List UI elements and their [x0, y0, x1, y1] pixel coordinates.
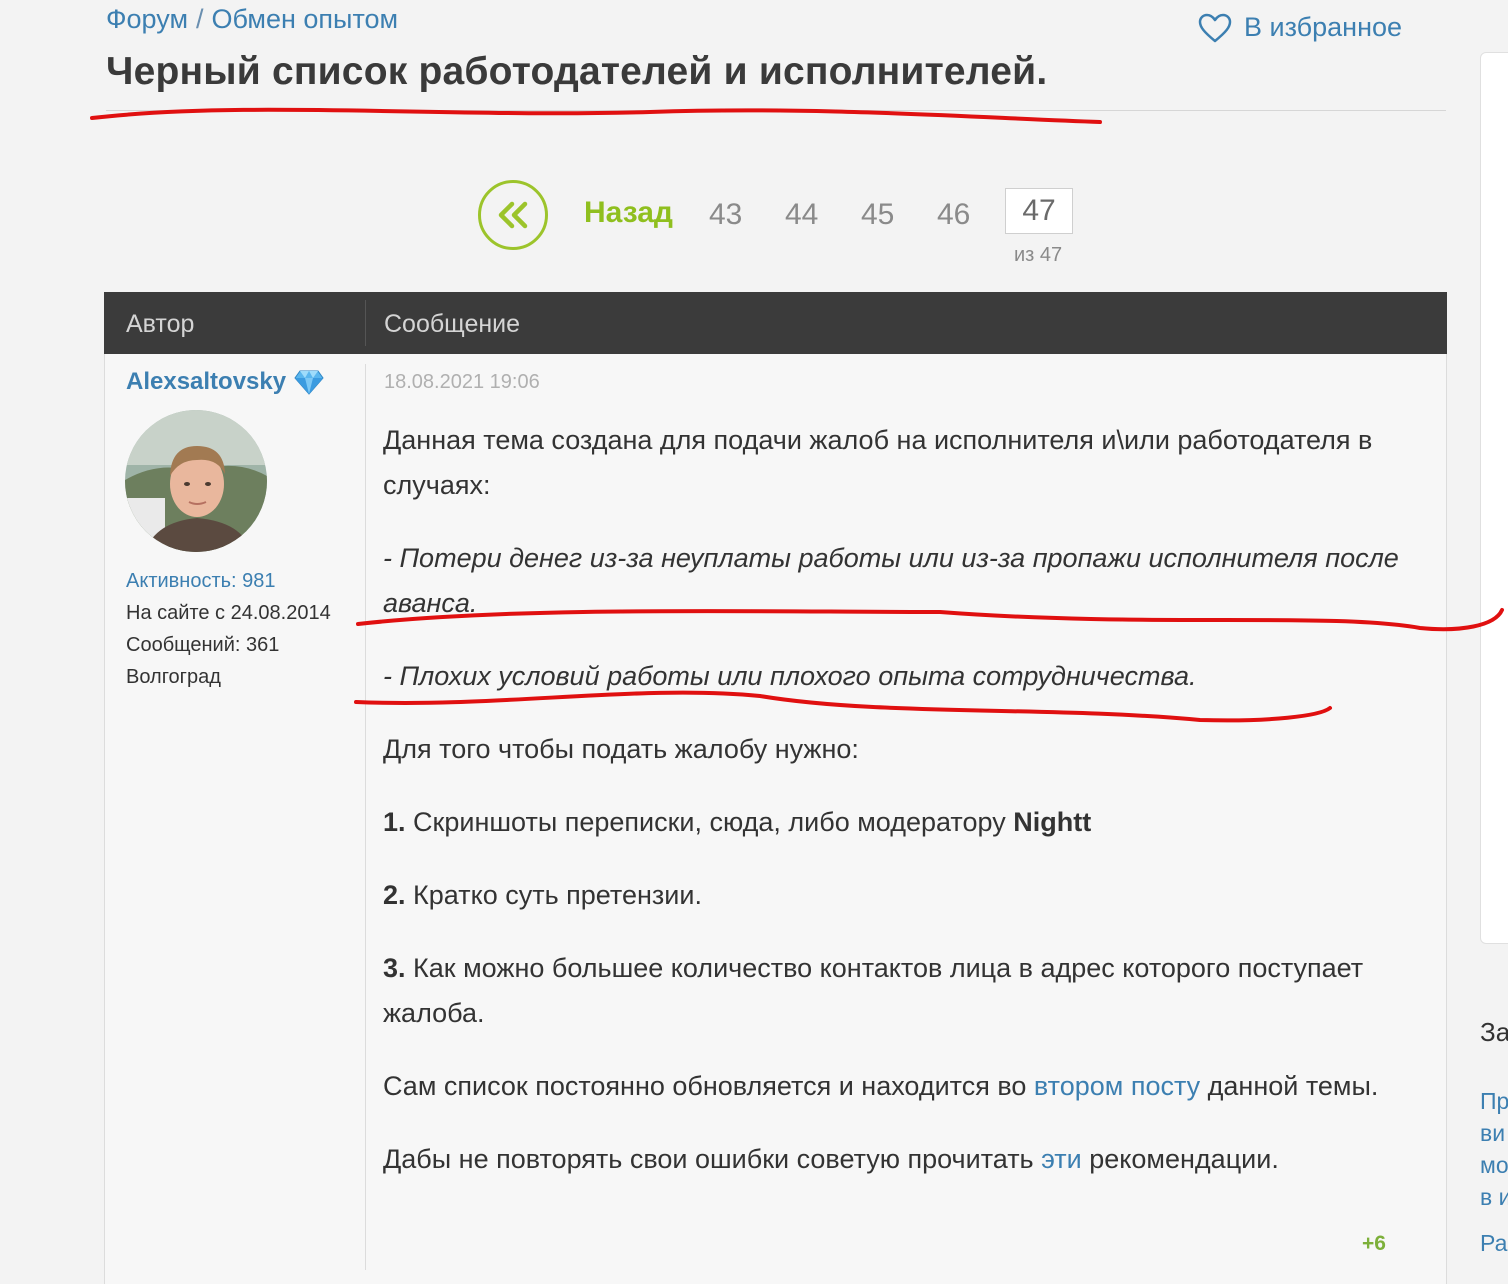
diamond-icon [294, 370, 324, 395]
post-list-item-1: 1. Скриншоты переписки, сюда, либо модер… [383, 800, 1423, 845]
sidebar-text-line[interactable]: Пр [1480, 1088, 1508, 1115]
post-body: Данная тема создана для подачи жалоб на … [383, 418, 1423, 1182]
avatar[interactable] [125, 410, 267, 552]
double-chevron-left-icon [498, 201, 528, 229]
pagination-total: из 47 [1014, 244, 1063, 266]
sidebar-text-line[interactable]: Ра [1480, 1230, 1507, 1257]
avatar-image [125, 410, 267, 552]
list-text: Как можно большее количество контактов л… [383, 953, 1364, 1028]
pagination-back-button[interactable] [478, 180, 548, 250]
list-number: 2. [383, 880, 406, 910]
post-list-item-3: 3. Как можно большее количество контакто… [383, 946, 1423, 1036]
pagination-page-45[interactable]: 45 [861, 198, 894, 232]
author-city: Волгоград [126, 666, 221, 688]
table-header [104, 292, 1447, 354]
second-post-link[interactable]: втором посту [1034, 1071, 1200, 1101]
author-registered: На сайте с 24.08.2014 [126, 602, 331, 624]
red-underline-title [90, 107, 1102, 124]
heart-icon [1198, 13, 1232, 42]
post-italic-text-2: - Плохих условий работы или плохого опыт… [383, 661, 1197, 691]
author-messages: Сообщений: 361 [126, 634, 280, 656]
breadcrumb-forum-link[interactable]: Форум [106, 4, 188, 34]
list-number: 1. [383, 807, 406, 837]
post-italic-text: - Потери денег из-за неуплаты работы или… [383, 543, 1399, 618]
list-text: Кратко суть претензии. [413, 880, 702, 910]
post-rating[interactable]: +6 [1362, 1232, 1386, 1256]
post-date: 18.08.2021 19:06 [384, 371, 540, 393]
pagination-back-link[interactable]: Назад [584, 196, 673, 230]
post-paragraph-italic: - Потери денег из-за неуплаты работы или… [383, 536, 1423, 626]
author-column-header: Автор [126, 310, 195, 338]
message-column-header: Сообщение [384, 310, 521, 338]
post-paragraph-italic-2: - Плохих условий работы или плохого опыт… [383, 654, 1423, 699]
pagination-page-43[interactable]: 43 [709, 198, 742, 232]
title-divider [106, 110, 1446, 111]
favorite-button[interactable]: В избранное [1198, 12, 1402, 43]
text: Сам список постоянно обновляется и наход… [383, 1071, 1034, 1101]
recommendations-link[interactable]: эти [1041, 1144, 1082, 1174]
pagination-page-46[interactable]: 46 [937, 198, 970, 232]
pagination-current-page[interactable]: 47 [1005, 188, 1073, 234]
breadcrumb: Форум / Обмен опытом [106, 4, 398, 35]
sidebar-card [1480, 52, 1508, 944]
list-text: Скриншоты переписки, сюда, либо модерато… [413, 807, 1014, 837]
post-paragraph-4: Дабы не повторять свои ошибки советую пр… [383, 1137, 1423, 1182]
breadcrumb-separator: / [196, 4, 204, 34]
moderator-name[interactable]: Nightt [1013, 807, 1091, 837]
breadcrumb-section-link[interactable]: Обмен опытом [212, 4, 399, 34]
post-list-item-2: 2. Кратко суть претензии. [383, 873, 1423, 918]
sidebar-text-line[interactable]: в и [1480, 1184, 1508, 1211]
author-activity[interactable]: Активность: 981 [126, 570, 276, 593]
page-title: Черный список работодателей и исполнител… [106, 50, 1048, 93]
text: Дабы не повторять свои ошибки советую пр… [383, 1144, 1042, 1174]
post-paragraph-3: Сам список постоянно обновляется и наход… [383, 1064, 1423, 1109]
author-name-link[interactable]: Alexsaltovsky [126, 368, 324, 396]
header-divider [365, 300, 366, 346]
list-number: 3. [383, 953, 406, 983]
post-paragraph: Данная тема создана для подачи жалоб на … [383, 425, 1373, 500]
sidebar-text-line[interactable]: мо [1480, 1152, 1508, 1179]
favorite-label: В избранное [1244, 12, 1403, 42]
sidebar-text-line[interactable]: ви [1480, 1120, 1505, 1147]
column-divider [365, 364, 366, 1270]
pagination-page-44[interactable]: 44 [785, 198, 818, 232]
post-paragraph-2: Для того чтобы подать жалобу нужно: [383, 734, 859, 764]
text: рекомендации. [1081, 1144, 1279, 1174]
sidebar-heading: За [1480, 1017, 1508, 1047]
text: данной темы. [1200, 1071, 1379, 1101]
author-name: Alexsaltovsky [126, 368, 287, 395]
